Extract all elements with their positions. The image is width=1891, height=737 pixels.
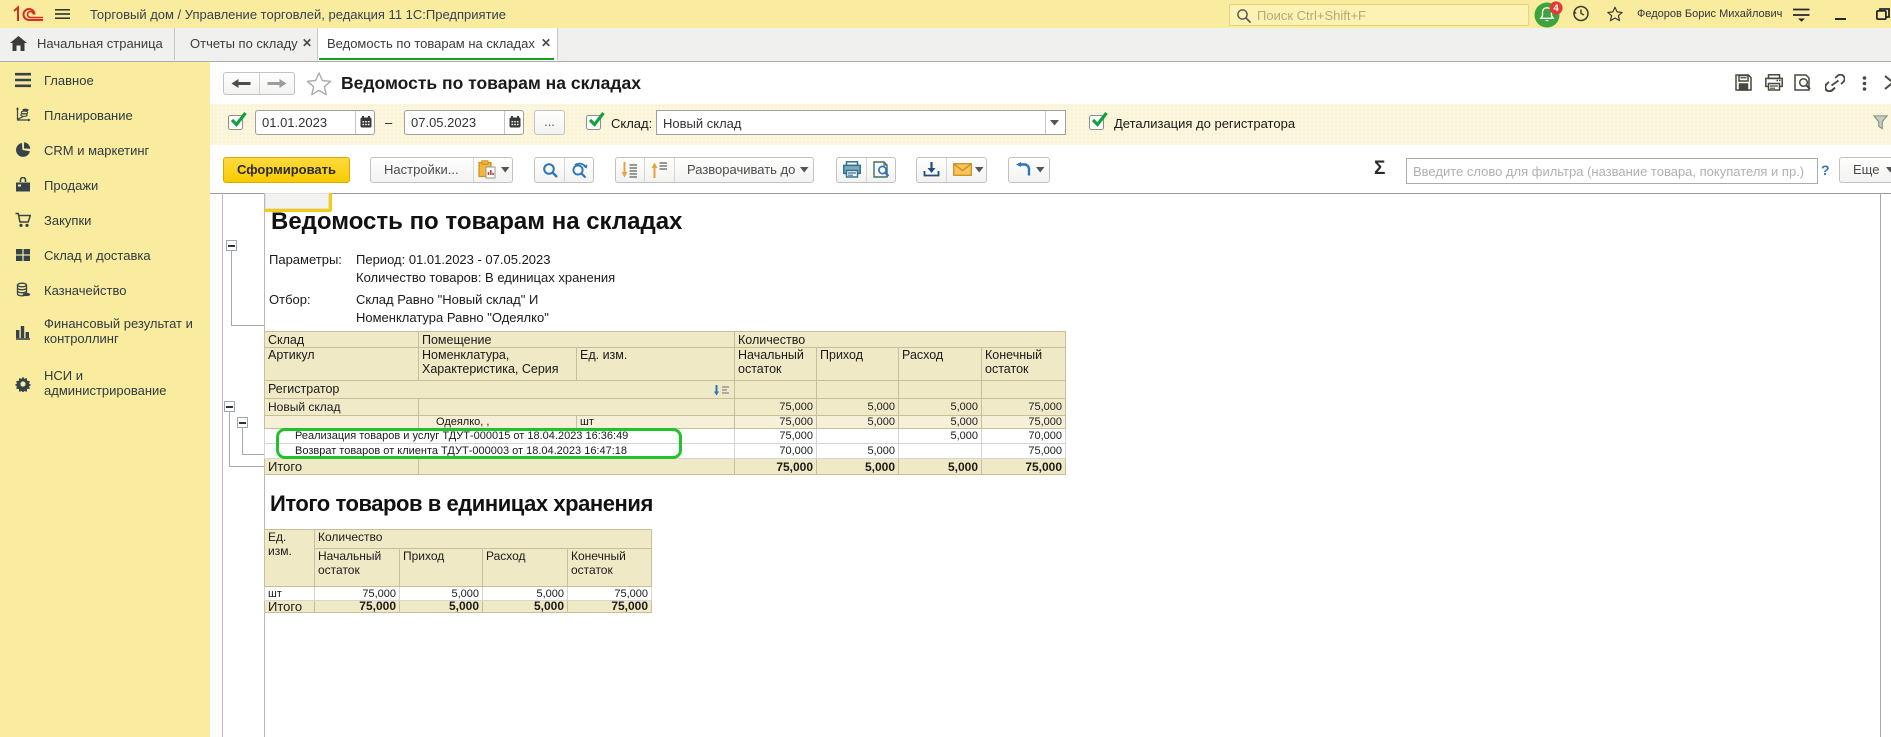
svg-text:4: 4 bbox=[1553, 3, 1559, 14]
